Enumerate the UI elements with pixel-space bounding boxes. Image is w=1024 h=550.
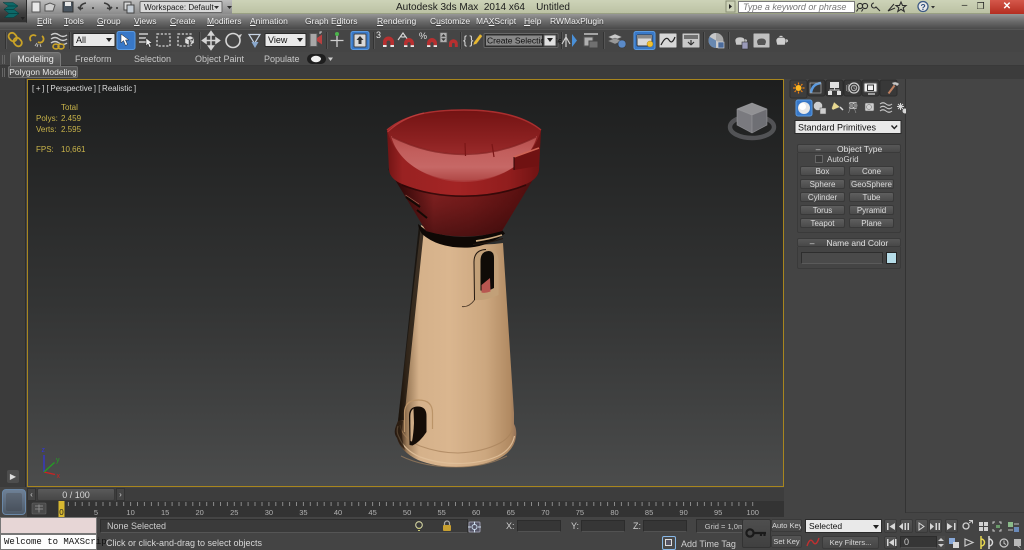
svg-text:25: 25 [230, 508, 238, 517]
svg-text:80: 80 [610, 508, 618, 517]
svg-text:45: 45 [368, 508, 376, 517]
svg-text:100: 100 [746, 508, 759, 517]
svg-text:%: % [419, 31, 427, 41]
svg-text:z: z [42, 447, 46, 454]
svg-text:90: 90 [679, 508, 687, 517]
svg-text:60: 60 [472, 508, 480, 517]
svg-text:{ }: { } [463, 33, 473, 47]
svg-text:0: 0 [59, 508, 64, 517]
svg-text:35: 35 [299, 508, 307, 517]
svg-text:75: 75 [576, 508, 584, 517]
svg-text:?: ? [921, 2, 926, 12]
svg-text:50: 50 [403, 508, 411, 517]
svg-text:10: 10 [126, 508, 134, 517]
svg-text:Standard Primitives: Standard Primitives [798, 123, 877, 133]
svg-text:55: 55 [438, 508, 446, 517]
svg-text:30: 30 [265, 508, 273, 517]
svg-text:20: 20 [196, 508, 204, 517]
svg-text:85: 85 [645, 508, 653, 517]
svg-text:15: 15 [161, 508, 169, 517]
svg-text:All: All [76, 35, 86, 45]
svg-text:Workspace: Default: Workspace: Default [144, 3, 214, 12]
svg-text:x: x [57, 473, 61, 480]
svg-text:5: 5 [94, 508, 98, 517]
svg-text:3: 3 [376, 30, 381, 40]
svg-text:65: 65 [507, 508, 515, 517]
svg-text:View: View [268, 35, 288, 45]
svg-text:70: 70 [541, 508, 549, 517]
svg-text:40: 40 [334, 508, 342, 517]
svg-text:y: y [56, 457, 60, 464]
svg-text:95: 95 [714, 508, 722, 517]
